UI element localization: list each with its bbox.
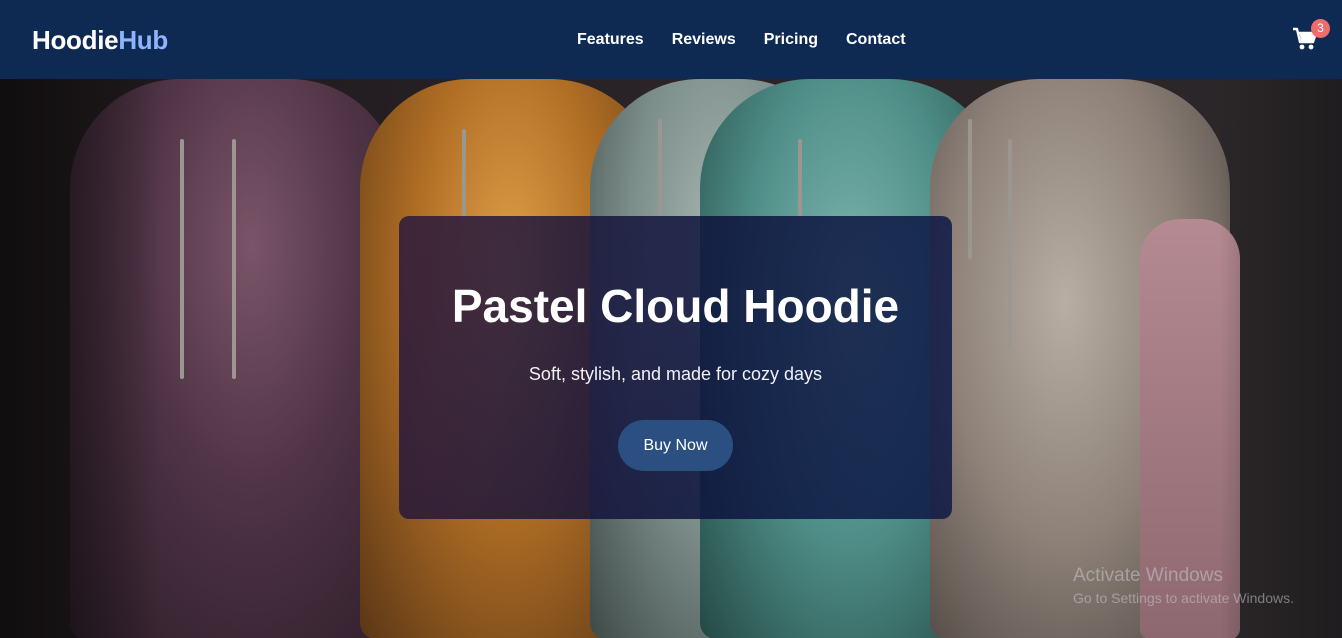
activate-windows-watermark: Activate Windows Go to Settings to activ…	[1073, 564, 1294, 608]
nav-link-contact[interactable]: Contact	[846, 28, 906, 52]
nav-link-reviews[interactable]: Reviews	[672, 28, 736, 52]
nav-links: Features Reviews Pricing Contact	[577, 28, 906, 52]
nav-link-features[interactable]: Features	[577, 28, 644, 52]
drawstring	[658, 119, 662, 219]
watermark-subtitle: Go to Settings to activate Windows.	[1073, 590, 1294, 606]
hero-subtitle: Soft, stylish, and made for cozy days	[528, 364, 823, 384]
brand-logo[interactable]: HoodieHub	[32, 24, 168, 56]
cart-button[interactable]: 3	[1292, 19, 1330, 55]
drawstring	[968, 119, 972, 259]
drawstring	[798, 139, 802, 219]
buy-now-button[interactable]: Buy Now	[618, 420, 733, 471]
cart-count-badge: 3	[1311, 19, 1330, 38]
drawstring	[180, 139, 184, 379]
brand-name-accent: Hub	[118, 25, 168, 55]
drawstring	[462, 129, 466, 219]
nav-link-pricing[interactable]: Pricing	[764, 28, 818, 52]
watermark-title: Activate Windows	[1073, 565, 1223, 586]
hero-shade-left	[0, 79, 160, 638]
drawstring	[1008, 139, 1012, 349]
hero-shade-right	[1220, 79, 1342, 638]
hero-card: Pastel Cloud Hoodie Soft, stylish, and m…	[399, 216, 952, 519]
hero-title: Pastel Cloud Hoodie	[451, 280, 900, 332]
navbar: HoodieHub Features Reviews Pricing Conta…	[0, 0, 1342, 79]
brand-name-main: Hoodie	[32, 25, 119, 55]
drawstring	[232, 139, 236, 379]
